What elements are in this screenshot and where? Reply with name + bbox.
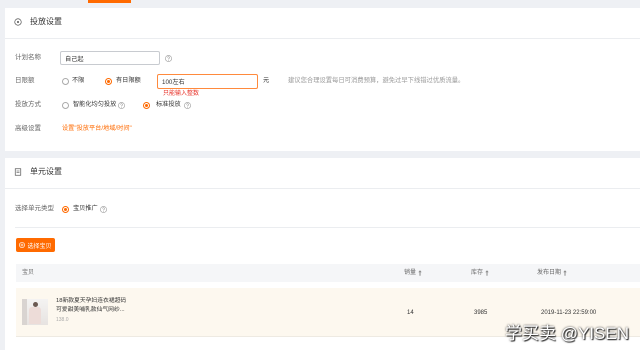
product-title-line1[interactable]: 18新款夏天孕妇连衣裙超码 [56,297,126,305]
help-icon[interactable] [184,101,191,109]
delivery-method-label: 投放方式 [15,101,41,108]
radio-standard-label[interactable]: 标准投放 [156,101,181,109]
product-price: 138.0 [56,317,69,323]
column-sales[interactable]: 销量 [404,269,422,277]
advanced-settings-label: 高级设置 [15,125,41,132]
product-publish-date: 2019-11-23 22:59:00 [541,310,597,316]
daily-budget-label: 日限额 [15,77,35,84]
thumbnail-background [22,299,27,325]
sort-up-icon[interactable] [563,270,567,276]
budget-unit: 元 [263,77,270,84]
document-icon [14,168,22,176]
radio-unlimited[interactable] [62,77,69,85]
header-divider [5,38,640,39]
help-icon[interactable] [100,205,107,213]
unit-type-label: 选择单元类型 [15,205,54,212]
column-item-label: 宝贝 [22,270,35,276]
product-sales: 14 [407,310,414,316]
section-divider [15,227,640,228]
sort-up-icon[interactable] [418,270,422,276]
column-publish-date-label: 发布日期 [537,270,562,276]
daily-budget-input[interactable] [157,74,258,89]
column-sales-label: 销量 [404,270,417,276]
product-thumbnail[interactable] [22,299,48,325]
watermark: 学买卖 @YISEN [505,324,629,343]
select-item-button[interactable]: 选择宝贝 [16,238,55,252]
sort-up-icon[interactable] [485,270,489,276]
advanced-settings-link[interactable]: 设置"投放平台/地域/时间" [62,125,132,133]
column-publish-date[interactable]: 发布日期 [537,269,567,277]
column-stock-label: 库存 [471,270,484,276]
plan-name-label: 计划名称 [15,54,41,61]
product-stock: 3985 [474,310,488,316]
budget-hint: 建议您合理设置每日可消费预算，避免过早下线错过优质流量。 [288,77,465,84]
radio-smart-even[interactable] [62,101,69,109]
radio-standard[interactable] [143,101,150,109]
delivery-settings-card: 投放设置 计划名称 日限额 不限 有日限额 元 建议您合理设置每日可消费预算，避… [5,8,640,151]
target-icon [14,18,22,26]
product-title-line2[interactable]: 可爱甜美哺乳款仙气网纱... [56,306,125,314]
help-icon[interactable] [165,54,172,62]
radio-daily-limit[interactable] [105,77,112,85]
plan-name-input[interactable] [60,51,160,65]
column-item: 宝贝 [22,269,34,277]
radio-unlimited-label[interactable]: 不限 [72,77,84,85]
select-item-button-label: 选择宝贝 [27,243,52,250]
radio-daily-limit-label[interactable]: 有日限额 [116,77,141,85]
help-icon[interactable] [118,101,125,109]
budget-error-message: 只能输入整数 [163,91,200,97]
table-header: 宝贝 销量 库存 发布日期 [16,264,640,282]
delivery-settings-title: 投放设置 [30,17,62,26]
active-tab-indicator [88,0,131,3]
column-stock[interactable]: 库存 [471,269,489,277]
header-divider [5,188,640,189]
thumbnail-figure-dress [29,307,41,324]
radio-item-promotion[interactable] [62,205,69,213]
radio-smart-even-label[interactable]: 智能化均匀投放 [73,101,116,109]
plus-circle-icon [19,242,26,248]
radio-item-promotion-label[interactable]: 宝贝推广 [73,205,98,213]
unit-settings-title: 单元设置 [30,167,62,176]
